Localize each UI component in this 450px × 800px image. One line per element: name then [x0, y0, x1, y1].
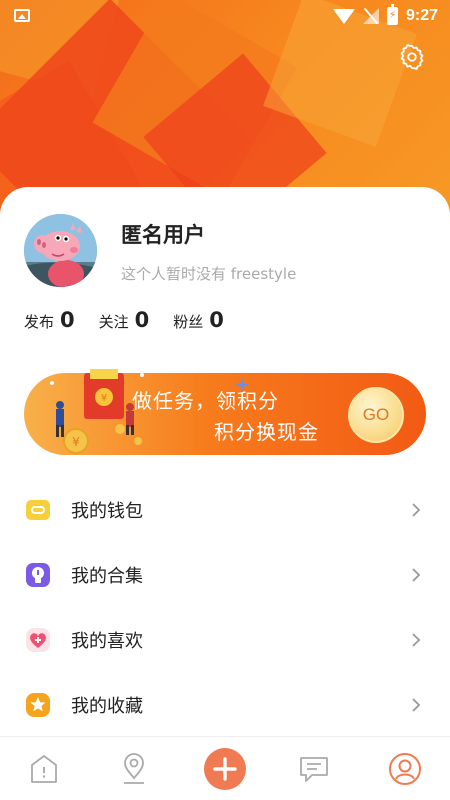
message-icon — [300, 757, 328, 782]
menu-item-favorites[interactable]: 我的收藏 — [0, 672, 450, 737]
chevron-right-icon — [412, 567, 421, 582]
stat-label: 发布 — [24, 313, 55, 331]
chevron-right-icon — [412, 632, 421, 647]
stat-value: 0 — [134, 308, 150, 332]
collection-icon — [26, 562, 50, 587]
banner-line1: 做任务，领积分 — [132, 389, 279, 413]
stats-row: 发布 0 关注 0 粉丝 0 — [24, 308, 248, 332]
menu-item-wallet[interactable]: 我的钱包 — [0, 477, 450, 542]
wallet-icon — [26, 499, 50, 520]
location-icon — [124, 753, 144, 784]
stat-following[interactable]: 关注 0 — [99, 308, 150, 332]
stat-value: 0 — [209, 308, 224, 332]
settings-gear-icon[interactable] — [398, 43, 426, 71]
svg-text:¥: ¥ — [72, 435, 80, 449]
stat-value: 0 — [60, 308, 75, 332]
heart-icon — [26, 627, 50, 652]
avatar[interactable] — [24, 214, 97, 287]
profile-card: 匿名用户 这个人暂时没有 freestyle 发布 0 关注 0 粉丝 0 ¥ … — [0, 187, 450, 800]
tab-messages[interactable] — [292, 747, 336, 791]
add-icon — [204, 748, 246, 790]
tab-add-post[interactable] — [203, 747, 247, 791]
banner-line2: 积分换现金 — [214, 420, 319, 444]
user-bio: 这个人暂时没有 freestyle — [121, 265, 297, 283]
menu-item-collection[interactable]: 我的合集 — [0, 542, 450, 607]
no-signal-icon — [362, 8, 379, 24]
profile-icon — [389, 753, 421, 785]
go-button[interactable]: GO — [348, 387, 404, 443]
battery-icon: ⚡ — [386, 4, 398, 25]
user-name: 匿名用户 — [121, 223, 205, 247]
tab-location[interactable] — [112, 747, 156, 791]
menu-label: 我的喜欢 — [71, 630, 143, 652]
star-icon — [26, 692, 50, 717]
tab-profile[interactable] — [383, 747, 427, 791]
task-reward-banner[interactable]: ¥ ¥ 做任务，领积分 积分换现金 GO — [24, 369, 426, 455]
stat-label: 关注 — [98, 313, 129, 331]
status-bar: ⚡ 9:27 — [0, 0, 450, 32]
tab-home[interactable] — [22, 747, 66, 791]
stat-posts[interactable]: 发布 0 — [24, 308, 75, 332]
bottom-tab-bar — [0, 736, 450, 800]
menu-label: 我的收藏 — [71, 695, 143, 717]
menu-list: 我的钱包 我的合集 我的喜欢 我的收藏 — [0, 477, 450, 737]
image-notification-icon — [14, 9, 30, 22]
chevron-right-icon — [412, 502, 421, 517]
chevron-right-icon — [412, 697, 421, 712]
stat-label: 粉丝 — [173, 313, 204, 331]
stat-followers[interactable]: 粉丝 0 — [173, 308, 224, 332]
status-time: 9:27 — [405, 7, 438, 24]
home-icon — [31, 755, 57, 783]
menu-label: 我的合集 — [71, 565, 143, 587]
menu-item-likes[interactable]: 我的喜欢 — [0, 607, 450, 672]
menu-label: 我的钱包 — [71, 500, 143, 522]
svg-text:¥: ¥ — [101, 393, 107, 404]
wifi-icon — [332, 8, 355, 24]
